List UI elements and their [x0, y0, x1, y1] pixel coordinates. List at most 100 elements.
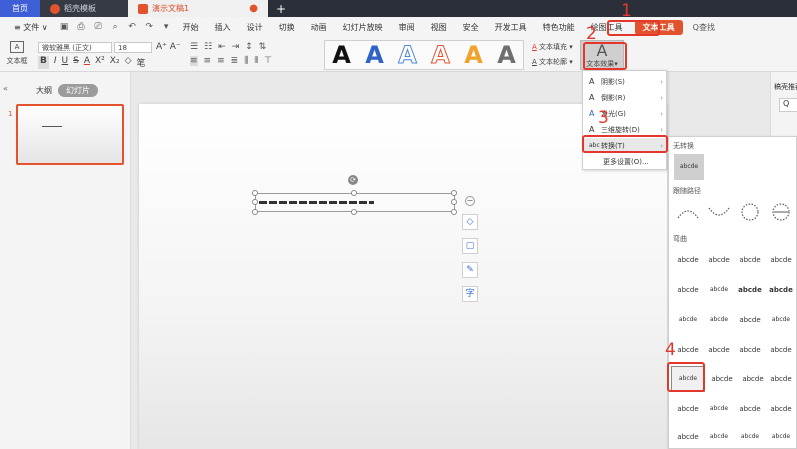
shape-outline-icon[interactable]: ▢ — [462, 238, 478, 254]
font-color-icon[interactable]: A — [84, 56, 90, 69]
warp-option-14[interactable]: abcde — [704, 339, 734, 361]
resize-handle-bottom-right[interactable] — [451, 209, 457, 215]
bold-icon[interactable]: B — [38, 56, 49, 69]
warp-option-16[interactable]: abcde — [766, 339, 796, 361]
italic-icon[interactable]: I — [54, 56, 57, 69]
warp-option-8[interactable]: abcde — [766, 279, 796, 301]
tab-slides[interactable]: 幻灯片 — [58, 84, 98, 97]
subscript-icon[interactable]: X₂ — [110, 56, 120, 69]
warp-option-18[interactable]: abcde — [707, 368, 737, 390]
resize-handle-bottom[interactable] — [351, 209, 357, 215]
align-right-icon[interactable]: ≡ — [217, 56, 225, 66]
warp-option-21[interactable]: abcde — [673, 398, 703, 420]
collapse-float-toolbar-icon[interactable]: − — [465, 196, 475, 206]
align-center-icon[interactable]: ≡ — [204, 56, 212, 66]
new-tab-button[interactable]: + — [268, 0, 294, 17]
slide-thumbnail[interactable] — [16, 104, 124, 165]
text-style-orange-outline-icon[interactable]: A — [431, 41, 451, 70]
menu-design[interactable]: 设计 — [239, 22, 271, 33]
warp-option-7[interactable]: abcde — [735, 279, 765, 301]
print-icon[interactable]: ⎚ — [93, 22, 104, 33]
warp-option-23[interactable]: abcde — [735, 398, 765, 420]
font-grow-shrink-icon[interactable]: A⁺ A⁻ — [156, 42, 181, 52]
undo-icon[interactable]: ↶ — [127, 22, 138, 33]
underline-icon[interactable]: U — [62, 56, 69, 69]
distributed-icon[interactable]: ⫼ — [244, 56, 248, 66]
warp-option-3[interactable]: abcde — [735, 249, 765, 271]
warp-option-6[interactable]: abcde — [704, 279, 734, 301]
highlight-icon[interactable]: 笔 — [137, 56, 146, 69]
menu-developer[interactable]: 开发工具 — [487, 22, 535, 33]
redo-icon[interactable]: ↷ — [144, 22, 155, 33]
shape-fill-icon[interactable]: ◇ — [462, 214, 478, 230]
warp-option-27[interactable]: abcde — [735, 426, 765, 448]
decrease-indent-icon[interactable]: ⇤ — [218, 42, 226, 52]
text-fill-button[interactable]: A 文本填充 ▾ — [532, 42, 573, 52]
warp-option-19[interactable]: abcde — [738, 368, 768, 390]
tab-templates[interactable]: 稻壳模板 — [40, 0, 128, 17]
path-arch-up-option[interactable] — [673, 201, 703, 223]
resize-handle-top-left[interactable] — [252, 190, 258, 196]
effect-shadow-item[interactable]: A 阴影(S) › — [583, 74, 668, 89]
text-style-blue-icon[interactable]: A — [365, 41, 384, 69]
warp-option-11[interactable]: abcde — [735, 309, 765, 331]
align-left-icon[interactable]: ≡ — [190, 56, 198, 66]
warp-option-28[interactable]: abcde — [766, 426, 796, 448]
edit-pen-icon[interactable]: ✎ — [462, 262, 478, 278]
preview-icon[interactable]: ⌕ — [110, 22, 121, 33]
menu-transition[interactable]: 切换 — [271, 22, 303, 33]
rotate-handle-icon[interactable]: ⟳ — [348, 175, 358, 185]
resize-handle-top-right[interactable] — [451, 190, 457, 196]
recommendation-search-icon[interactable]: Q — [779, 98, 797, 112]
superscript-icon[interactable]: X² — [95, 56, 105, 69]
menu-insert[interactable]: 插入 — [207, 22, 239, 33]
save-icon[interactable]: ▣ — [59, 22, 70, 33]
text-outline-button[interactable]: A 文本轮廓 ▾ — [532, 57, 573, 67]
menu-review[interactable]: 审阅 — [391, 22, 423, 33]
menu-security[interactable]: 安全 — [455, 22, 487, 33]
warp-option-15[interactable]: abcde — [735, 339, 765, 361]
tab-home[interactable]: 首页 — [0, 0, 40, 17]
warp-option-20[interactable]: abcde — [766, 368, 796, 390]
text-style-black-icon[interactable]: A — [332, 41, 351, 69]
clear-format-icon[interactable]: ◇ — [125, 56, 132, 69]
collapse-panel-icon[interactable]: « — [3, 84, 8, 93]
increase-indent-icon[interactable]: ⇥ — [232, 42, 240, 52]
warp-option-5[interactable]: abcde — [673, 279, 703, 301]
numbered-list-icon[interactable]: ☷ — [204, 42, 212, 52]
warp-option-2[interactable]: abcde — [704, 249, 734, 271]
resize-handle-bottom-left[interactable] — [252, 209, 258, 215]
warp-option-9[interactable]: abcde — [673, 309, 703, 331]
menu-file[interactable]: ≡ 文件 ∨ — [6, 22, 56, 33]
menu-animation[interactable]: 动画 — [303, 22, 335, 33]
warp-option-24[interactable]: abcde — [766, 398, 796, 420]
warp-option-25[interactable]: abcde — [673, 426, 703, 448]
text-style-orange-icon[interactable]: A — [464, 41, 483, 69]
text-style-gray-icon[interactable]: A — [497, 41, 516, 69]
warp-option-26[interactable]: abcde — [704, 426, 734, 448]
text-style-blue-outline-icon[interactable]: A — [398, 41, 418, 70]
menu-features[interactable]: 特色功能 — [535, 22, 583, 33]
no-transform-option[interactable]: abcde — [674, 154, 704, 180]
resize-handle-left[interactable] — [252, 199, 258, 205]
text-options-icon[interactable]: 字 — [462, 286, 478, 302]
text-direction-icon[interactable]: ⇅ — [259, 42, 267, 52]
justify-icon[interactable]: ≣ — [231, 56, 239, 66]
font-size-select[interactable]: 18 — [114, 42, 152, 53]
bullet-list-icon[interactable]: ☰ — [190, 42, 198, 52]
warp-option-12[interactable]: abcde — [766, 309, 796, 331]
textbox-button[interactable]: A 文本框 — [4, 41, 30, 69]
effect-glow-item[interactable]: A 发光(G) › — [583, 106, 668, 121]
tab-outline[interactable]: 大纲 — [36, 85, 52, 96]
effect-reflection-item[interactable]: A 倒影(R) › — [583, 90, 668, 105]
vertical-align-icon[interactable]: ⊤ — [264, 56, 272, 66]
effect-more-settings[interactable]: 更多设置(O)... — [603, 157, 649, 167]
tab-presentation[interactable]: 演示文稿1 ● — [128, 0, 268, 17]
warp-option-1[interactable]: abcde — [673, 249, 703, 271]
line-spacing-icon[interactable]: ↕ — [245, 42, 253, 52]
columns-icon[interactable]: ⫴ — [254, 56, 258, 66]
warp-option-10[interactable]: abcde — [704, 309, 734, 331]
path-button-option[interactable] — [766, 201, 796, 223]
font-family-select[interactable]: 微软雅黑 (正文) — [38, 42, 112, 53]
search-button[interactable]: Q查找 — [693, 22, 715, 33]
